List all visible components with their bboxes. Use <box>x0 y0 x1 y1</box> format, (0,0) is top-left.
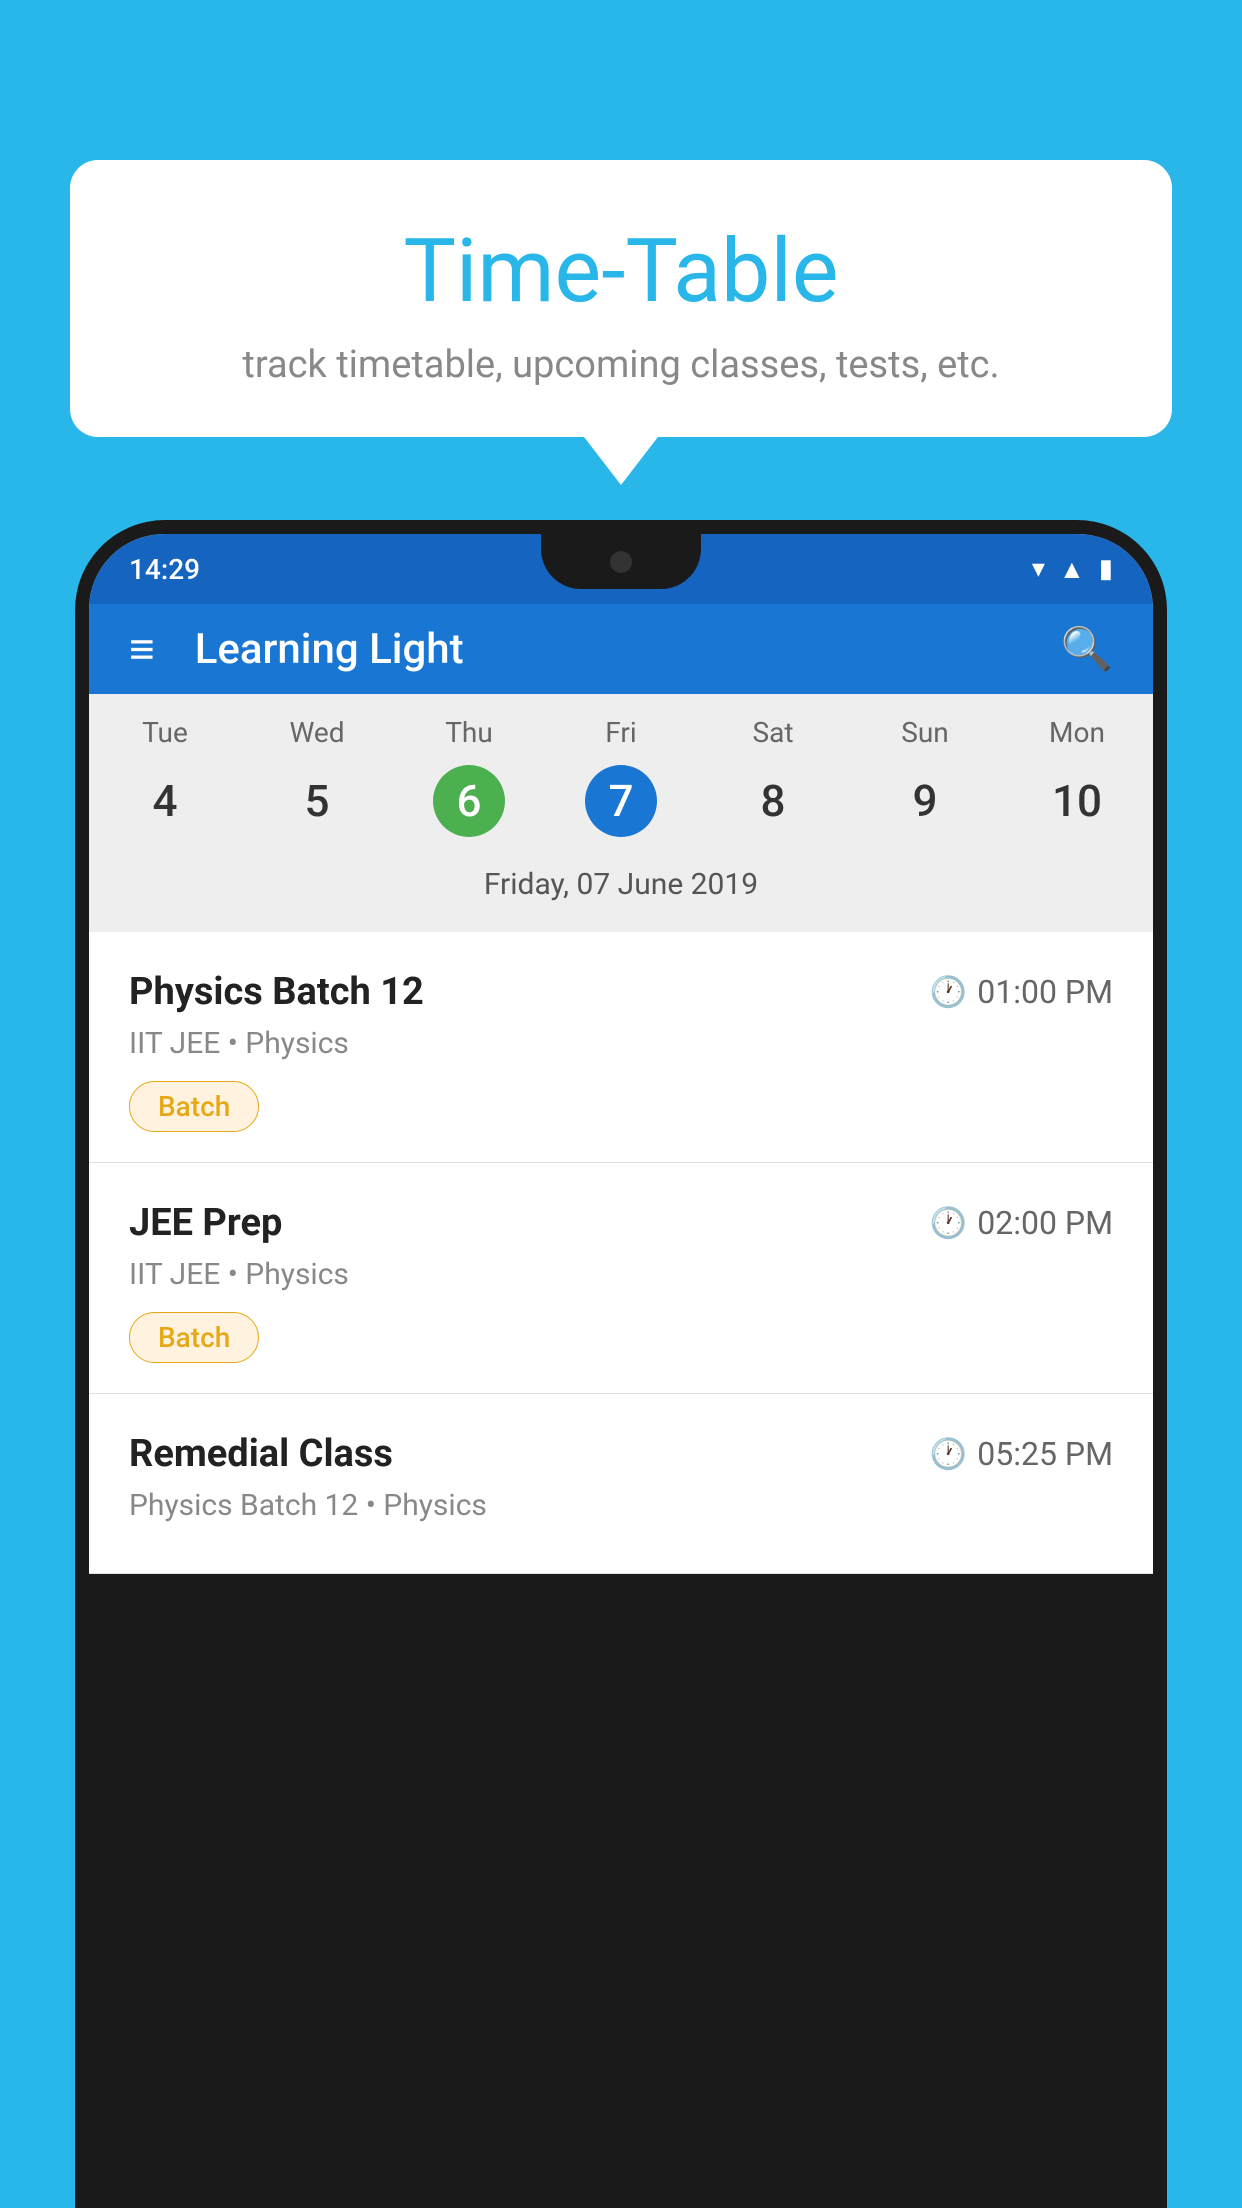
day-name-sat: Sat <box>697 716 849 749</box>
app-title: Learning Light <box>195 625 1061 674</box>
schedule-item-title-0: Physics Batch 12 <box>129 970 424 1014</box>
hamburger-icon[interactable]: ≡ <box>129 627 155 671</box>
schedule-item-time-1: 🕐 02:00 PM <box>930 1204 1113 1242</box>
camera <box>610 551 632 573</box>
clock-icon-1: 🕐 <box>930 1206 967 1241</box>
day-number-4[interactable]: 4 <box>89 765 241 837</box>
schedule-item-time-2: 🕐 05:25 PM <box>930 1435 1113 1473</box>
day-name-thu: Thu <box>393 716 545 749</box>
schedule-item-subtitle-1: IIT JEE • Physics <box>129 1257 1113 1292</box>
app-header: ≡ Learning Light 🔍 <box>89 604 1153 694</box>
selected-date-label: Friday, 07 June 2019 <box>89 857 1153 922</box>
tooltip-title: Time-Table <box>130 220 1112 323</box>
phone-frame: 14:29 ▾ ▲ ▮ ≡ Learning Light 🔍 TueWedThu… <box>75 520 1167 2208</box>
schedule-item-header-1: JEE Prep 🕐 02:00 PM <box>129 1201 1113 1245</box>
day-name-fri: Fri <box>545 716 697 749</box>
day-name-mon: Mon <box>1001 716 1153 749</box>
clock-icon-0: 🕐 <box>930 975 967 1010</box>
schedule-item-header-0: Physics Batch 12 🕐 01:00 PM <box>129 970 1113 1014</box>
status-bar: 14:29 ▾ ▲ ▮ <box>89 534 1153 604</box>
day-names-row: TueWedThuFriSatSunMon <box>89 694 1153 757</box>
signal-icon: ▲ <box>1059 554 1085 585</box>
status-icons: ▾ ▲ ▮ <box>1032 554 1113 585</box>
schedule-item-2[interactable]: Remedial Class 🕐 05:25 PM Physics Batch … <box>89 1394 1153 1574</box>
day-number-6[interactable]: 6 <box>393 765 545 837</box>
search-icon[interactable]: 🔍 <box>1061 625 1113 674</box>
day-name-wed: Wed <box>241 716 393 749</box>
phone-inner: 14:29 ▾ ▲ ▮ ≡ Learning Light 🔍 TueWedThu… <box>89 534 1153 1574</box>
battery-icon: ▮ <box>1099 554 1113 584</box>
day-number-10[interactable]: 10 <box>1001 765 1153 837</box>
day-name-tue: Tue <box>89 716 241 749</box>
schedule-item-subtitle-0: IIT JEE • Physics <box>129 1026 1113 1061</box>
day-number-8[interactable]: 8 <box>697 765 849 837</box>
schedule-item-0[interactable]: Physics Batch 12 🕐 01:00 PM IIT JEE • Ph… <box>89 932 1153 1163</box>
schedule-item-header-2: Remedial Class 🕐 05:25 PM <box>129 1432 1113 1476</box>
status-time: 14:29 <box>129 553 200 586</box>
schedule-item-title-1: JEE Prep <box>129 1201 282 1245</box>
day-number-7[interactable]: 7 <box>545 765 697 837</box>
batch-tag-0: Batch <box>129 1081 259 1132</box>
day-number-9[interactable]: 9 <box>849 765 1001 837</box>
batch-tag-1: Batch <box>129 1312 259 1363</box>
day-numbers-row: 45678910 <box>89 757 1153 857</box>
schedule-item-subtitle-2: Physics Batch 12 • Physics <box>129 1488 1113 1523</box>
schedule-item-1[interactable]: JEE Prep 🕐 02:00 PM IIT JEE • Physics Ba… <box>89 1163 1153 1394</box>
wifi-icon: ▾ <box>1032 554 1045 584</box>
day-name-sun: Sun <box>849 716 1001 749</box>
schedule-item-title-2: Remedial Class <box>129 1432 393 1476</box>
day-number-5[interactable]: 5 <box>241 765 393 837</box>
schedule-list: Physics Batch 12 🕐 01:00 PM IIT JEE • Ph… <box>89 932 1153 1574</box>
schedule-item-time-0: 🕐 01:00 PM <box>930 973 1113 1011</box>
tooltip-card: Time-Table track timetable, upcoming cla… <box>70 160 1172 437</box>
calendar-section: TueWedThuFriSatSunMon 45678910 Friday, 0… <box>89 694 1153 932</box>
clock-icon-2: 🕐 <box>930 1437 967 1472</box>
tooltip-subtitle: track timetable, upcoming classes, tests… <box>130 343 1112 387</box>
notch <box>541 534 701 589</box>
